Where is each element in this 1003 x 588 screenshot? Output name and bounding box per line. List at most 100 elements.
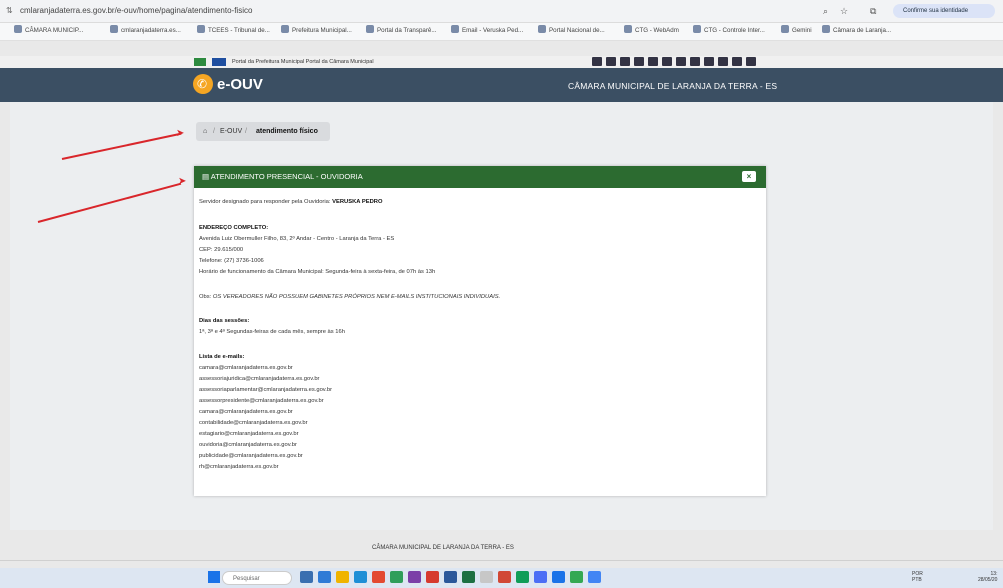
bookmark-item[interactable]: Câmara de Laranja... (822, 25, 891, 37)
bookmark-item[interactable]: Portal da Transparê... (366, 25, 437, 37)
bookmark-item[interactable]: Portal Nacional de... (538, 25, 605, 37)
bookmark-star-icon[interactable]: ☆ (840, 3, 848, 19)
server-line: Servidor designado para responder pela O… (199, 199, 383, 205)
site-header (0, 68, 1003, 102)
sessions-heading: Dias das sessões: (199, 318, 250, 324)
word-icon[interactable] (444, 571, 457, 583)
breadcrumb-separator: / (245, 128, 247, 135)
email-item[interactable]: assessoriajuridica@cmlaranjadaterra.es.g… (199, 375, 319, 383)
accessibility-icon[interactable] (620, 57, 630, 66)
bookmark-item[interactable]: CTG - WebAdm (624, 25, 679, 37)
emails-heading: Lista de e-mails: (199, 354, 245, 360)
card-title: ▤ ATENDIMENTO PRESENCIAL - OUVIDORIA (202, 172, 363, 181)
email-item[interactable]: ouvidoria@cmlaranjadaterra.es.gov.br (199, 441, 297, 449)
breadcrumb-separator: / (213, 128, 215, 135)
bookmark-icon (197, 25, 205, 33)
bookmark-icon (693, 25, 701, 33)
app-icon[interactable] (570, 571, 583, 583)
clock[interactable]: 13: 28/05/20 (978, 571, 997, 583)
address-heading: ENDEREÇO COMPLETO: (199, 225, 269, 231)
bookmark-icon (366, 25, 374, 33)
gov-links[interactable]: Portal da Prefeitura Municipal Portal da… (232, 56, 374, 68)
phone: Telefone: (27) 3736-1006 (199, 258, 264, 264)
breadcrumb-eouv[interactable]: E-OUV (220, 122, 242, 141)
gmail-icon[interactable] (498, 571, 511, 583)
accessibility-icon[interactable] (592, 57, 602, 66)
site-info-icon[interactable]: ⇅ (6, 3, 13, 19)
obs-line: Obs: OS VEREADORES NÃO POSSUEM GABINETES… (199, 294, 501, 300)
app-icon[interactable] (534, 571, 547, 583)
url-field[interactable]: cmlaranjadaterra.es.gov.br/e-ouv/home/pa… (20, 3, 252, 19)
accessibility-icon[interactable] (732, 57, 742, 66)
sessions-text: 1ª, 3ª e 4ª Segundas-feiras de cada mês,… (199, 329, 345, 335)
accessibility-icon[interactable] (704, 57, 714, 66)
chrome-icon[interactable] (372, 571, 385, 583)
bookmark-item[interactable]: Email - Veruska Ped... (451, 25, 523, 37)
close-icon[interactable]: × (742, 171, 756, 182)
email-item[interactable]: publicidade@cmlaranjadaterra.es.gov.br (199, 452, 303, 460)
email-item[interactable]: rh@cmlaranjadaterra.es.gov.br (199, 463, 279, 471)
email-item[interactable]: camara@cmlaranjadaterra.es.gov.br (199, 408, 293, 416)
bookmark-icon (781, 25, 789, 33)
bookmarks-bar: CÂMARA MUNICIP... cmlaranjadaterra.es...… (0, 23, 1003, 41)
email-item[interactable]: contabilidade@cmlaranjadaterra.es.gov.br (199, 419, 308, 427)
bookmark-item[interactable]: cmlaranjadaterra.es... (110, 25, 181, 37)
app-icon[interactable] (516, 571, 529, 583)
accessibility-icon[interactable] (606, 57, 616, 66)
email-item[interactable]: assessorpresidente@cmlaranjadaterra.es.g… (199, 397, 324, 405)
bookmark-icon (14, 25, 22, 33)
arrowhead-icon: ➤ (176, 128, 185, 139)
email-item[interactable]: camara@cmlaranjadaterra.es.gov.br (199, 364, 293, 372)
hours: Horário de funcionamento da Câmara Munic… (199, 269, 436, 275)
extensions-icon[interactable]: ⧉ (870, 3, 876, 19)
bookmark-icon (538, 25, 546, 33)
accessibility-icon[interactable] (746, 57, 756, 66)
accessibility-icon[interactable] (634, 57, 644, 66)
app-icon[interactable] (552, 571, 565, 583)
accessibility-icon[interactable] (676, 57, 686, 66)
bookmark-icon (624, 25, 632, 33)
taskbar-search[interactable]: Pesquisar (222, 571, 292, 585)
cep: CEP: 29.615/000 (199, 247, 244, 253)
zoom-icon[interactable]: ⌕ (823, 3, 828, 19)
bookmark-item[interactable]: Prefeitura Municipal... (281, 25, 352, 37)
app-icon[interactable] (408, 571, 421, 583)
accessibility-icon[interactable] (648, 57, 658, 66)
bookmark-icon (451, 25, 459, 33)
document-icon: ▤ (202, 172, 211, 181)
email-item[interactable]: estagiario@cmlaranjadaterra.es.gov.br (199, 430, 299, 438)
bookmark-item[interactable]: CÂMARA MUNICIP... (14, 25, 83, 37)
institution-name: CÂMARA MUNICIPAL DE LARANJA DA TERRA - E… (568, 81, 778, 91)
accessibility-icon[interactable] (718, 57, 728, 66)
home-icon[interactable]: ⌂ (203, 122, 207, 141)
bookmark-icon (281, 25, 289, 33)
confirm-identity-button[interactable]: Confirme sua identidade (893, 4, 995, 18)
brazil-flag-icon (194, 58, 206, 66)
gov-bar (0, 56, 1003, 68)
app-icon[interactable] (318, 571, 331, 583)
arrowhead-icon: ➤ (178, 176, 187, 187)
folder-icon[interactable] (336, 571, 349, 583)
windows-start-icon[interactable] (208, 571, 220, 583)
excel-icon[interactable] (462, 571, 475, 583)
accessibility-icon[interactable] (662, 57, 672, 66)
bookmark-item[interactable]: Gemini (781, 25, 812, 37)
app-icon[interactable] (390, 571, 403, 583)
app-icon[interactable] (354, 571, 367, 583)
app-icon[interactable] (480, 571, 493, 583)
email-item[interactable]: assessoriaparlamentar@cmlaranjadaterra.e… (199, 386, 332, 394)
bookmark-item[interactable]: CTG - Controle Inter... (693, 25, 765, 37)
address-line: Avenida Luiz Obermuller Filho, 83, 2º An… (199, 236, 395, 242)
breadcrumb-current: atendimento físico (256, 128, 318, 135)
site-logo[interactable]: e-OUV (217, 76, 263, 94)
footer-text: CÂMARA MUNICIPAL DE LARANJA DA TERRA - E… (372, 545, 514, 551)
bookmark-icon (822, 25, 830, 33)
phone-icon: ✆ (197, 77, 208, 91)
es-flag-icon (212, 58, 226, 66)
language-indicator[interactable]: POR PTB (912, 571, 923, 583)
accessibility-icon[interactable] (690, 57, 700, 66)
app-icon[interactable] (300, 571, 313, 583)
bookmark-item[interactable]: TCEES - Tribunal de... (197, 25, 270, 37)
app-icon[interactable] (588, 571, 601, 583)
app-icon[interactable] (426, 571, 439, 583)
